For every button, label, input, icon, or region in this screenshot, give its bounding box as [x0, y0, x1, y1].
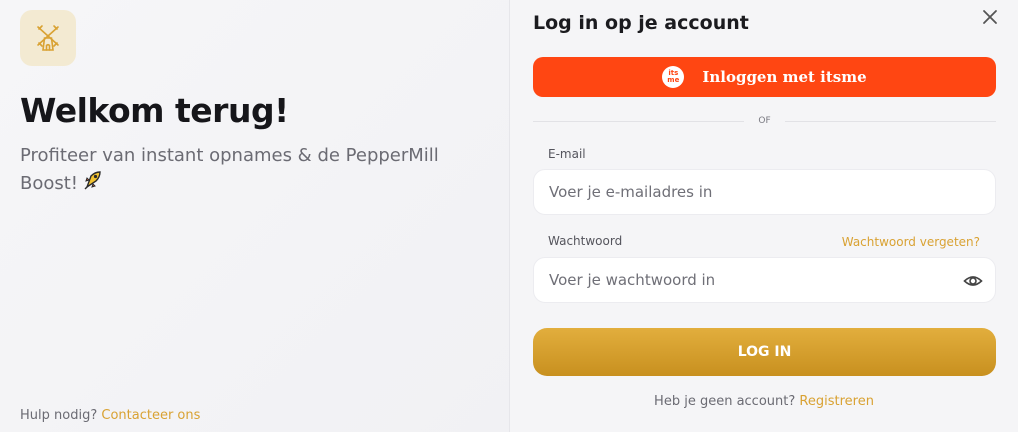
windmill-icon [20, 10, 76, 66]
email-field-container [533, 169, 996, 215]
contact-link[interactable]: Contacteer ons [101, 408, 200, 423]
itsme-login-button[interactable]: its me Inloggen met itsme [533, 57, 996, 97]
form-title: Log in op je account [533, 12, 749, 34]
help-line: Hulp nodig? Contacteer ons [20, 408, 200, 423]
close-icon[interactable] [981, 8, 999, 26]
itsme-logo-icon: its me [662, 66, 685, 88]
or-line-left [533, 120, 745, 122]
rocket-icon [82, 169, 104, 199]
welcome-panel: Welkom terug! Profiteer van instant opna… [0, 0, 509, 432]
page-title: Welkom terug! [20, 91, 289, 130]
register-link[interactable]: Registreren [799, 394, 874, 409]
welcome-subtitle: Profiteer van instant opnames & de Peppe… [20, 142, 480, 199]
eye-icon[interactable] [963, 271, 983, 291]
no-account-text: Heb je geen account? [654, 394, 796, 409]
forgot-password-link[interactable]: Wachtwoord vergeten? [842, 235, 980, 249]
email-label: E-mail [548, 147, 586, 161]
or-line-right [784, 120, 997, 122]
login-button[interactable]: LOG IN [533, 328, 996, 376]
password-field[interactable] [549, 271, 995, 289]
register-line: Heb je geen account? Registreren [510, 394, 1018, 409]
password-field-container [533, 257, 996, 303]
itsme-button-label: Inloggen met itsme [702, 68, 867, 86]
email-field[interactable] [549, 183, 995, 201]
login-panel: Log in op je account its me Inloggen met… [510, 0, 1018, 432]
password-label: Wachtwoord [548, 234, 623, 248]
or-divider: OF [533, 114, 997, 128]
or-text: OF [758, 116, 771, 126]
help-text: Hulp nodig? [20, 408, 98, 423]
